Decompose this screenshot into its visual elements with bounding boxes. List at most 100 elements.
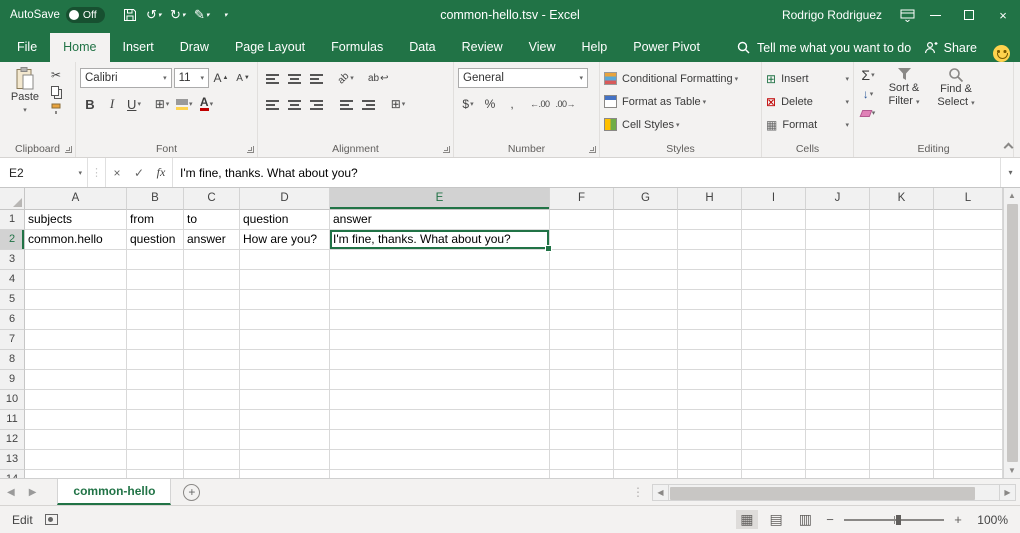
cell-E13[interactable] [330,450,550,470]
cell-J2[interactable] [806,230,870,250]
tab-insert[interactable]: Insert [110,33,167,62]
row-header-4[interactable]: 4 [0,270,25,290]
cell-H8[interactable] [678,350,742,370]
format-painter-button[interactable] [46,102,66,116]
cell-A13[interactable] [25,450,127,470]
cell-C10[interactable] [184,390,240,410]
cell-I12[interactable] [742,430,806,450]
cell-J1[interactable] [806,210,870,230]
tab-bar-splitter[interactable]: ⋮ [632,485,644,499]
vertical-scrollbar[interactable]: ▲ ▼ [1003,188,1020,478]
sheet-tab-common-hello[interactable]: common-hello [57,479,171,505]
share-button[interactable]: Share [924,33,977,62]
tab-page-layout[interactable]: Page Layout [222,33,318,62]
bold-button[interactable]: B [80,94,100,114]
tab-draw[interactable]: Draw [167,33,222,62]
cell-A14[interactable] [25,470,127,478]
cell-K8[interactable] [870,350,934,370]
cell-K9[interactable] [870,370,934,390]
user-name[interactable]: Rodrigo Rodriguez [782,8,882,22]
cell-E10[interactable] [330,390,550,410]
formula-input[interactable]: I'm fine, thanks. What about you? [173,158,1000,187]
column-header-L[interactable]: L [934,188,1003,210]
cell-J4[interactable] [806,270,870,290]
cell-I5[interactable] [742,290,806,310]
cell-E9[interactable] [330,370,550,390]
cell-G1[interactable] [614,210,678,230]
tab-review[interactable]: Review [449,33,516,62]
feedback-smiley-icon[interactable] [993,45,1010,62]
tell-me-box[interactable]: Tell me what you want to do [737,33,911,62]
row-header-3[interactable]: 3 [0,250,25,270]
cell-D8[interactable] [240,350,330,370]
cell-L13[interactable] [934,450,1003,470]
cell-J6[interactable] [806,310,870,330]
insert-cells-button[interactable]: ⊞ Insert ▾ [766,68,849,89]
cell-F6[interactable] [550,310,614,330]
autosave-switch[interactable]: Off [66,7,105,23]
cell-H9[interactable] [678,370,742,390]
cell-J7[interactable] [806,330,870,350]
cell-J11[interactable] [806,410,870,430]
cell-D13[interactable] [240,450,330,470]
cell-K12[interactable] [870,430,934,450]
cell-G5[interactable] [614,290,678,310]
cell-F10[interactable] [550,390,614,410]
cell-C12[interactable] [184,430,240,450]
zoom-slider-thumb[interactable] [896,515,901,525]
cell-C1[interactable]: to [184,210,240,230]
column-header-D[interactable]: D [240,188,330,210]
cell-A6[interactable] [25,310,127,330]
decrease-font-button[interactable]: A▼ [233,68,253,88]
percent-button[interactable]: % [480,94,500,114]
cell-D4[interactable] [240,270,330,290]
cell-B4[interactable] [127,270,184,290]
autosave-toggle[interactable]: AutoSave Off [10,7,105,23]
cell-H4[interactable] [678,270,742,290]
ribbon-display-options-button[interactable] [896,3,918,27]
cell-L10[interactable] [934,390,1003,410]
vertical-scroll-thumb[interactable] [1007,204,1018,462]
cell-H12[interactable] [678,430,742,450]
cell-A9[interactable] [25,370,127,390]
cell-F14[interactable] [550,470,614,478]
cell-E14[interactable] [330,470,550,478]
cell-I8[interactable] [742,350,806,370]
cell-L7[interactable] [934,330,1003,350]
cell-J5[interactable] [806,290,870,310]
cell-L11[interactable] [934,410,1003,430]
clipboard-dialog-launcher[interactable] [65,146,72,153]
cancel-entry-button[interactable]: × [106,166,128,180]
cell-F1[interactable] [550,210,614,230]
cell-B9[interactable] [127,370,184,390]
cell-B11[interactable] [127,410,184,430]
tab-view[interactable]: View [516,33,569,62]
cell-A5[interactable] [25,290,127,310]
cell-E6[interactable] [330,310,550,330]
cell-G13[interactable] [614,450,678,470]
horizontal-scroll-thumb[interactable] [670,487,975,500]
cell-I7[interactable] [742,330,806,350]
cell-I4[interactable] [742,270,806,290]
row-header-11[interactable]: 11 [0,410,25,430]
cell-G11[interactable] [614,410,678,430]
cell-C6[interactable] [184,310,240,330]
insert-function-button[interactable]: fx [150,165,172,180]
cell-C8[interactable] [184,350,240,370]
cell-D11[interactable] [240,410,330,430]
cell-A11[interactable] [25,410,127,430]
cell-D10[interactable] [240,390,330,410]
cell-E2[interactable]: I'm fine, thanks. What about you? [330,230,550,250]
column-header-A[interactable]: A [25,188,127,210]
cell-H10[interactable] [678,390,742,410]
font-color-button[interactable]: A▾ [197,94,217,114]
cell-B3[interactable] [127,250,184,270]
cell-E1[interactable]: answer [330,210,550,230]
cell-H14[interactable] [678,470,742,478]
find-select-button[interactable]: Find & Select ▾ [930,66,982,140]
align-middle-button[interactable] [284,68,304,88]
cell-I9[interactable] [742,370,806,390]
orientation-button[interactable]: ab▾ [336,68,356,88]
cell-D14[interactable] [240,470,330,478]
tab-home[interactable]: Home [50,33,109,62]
